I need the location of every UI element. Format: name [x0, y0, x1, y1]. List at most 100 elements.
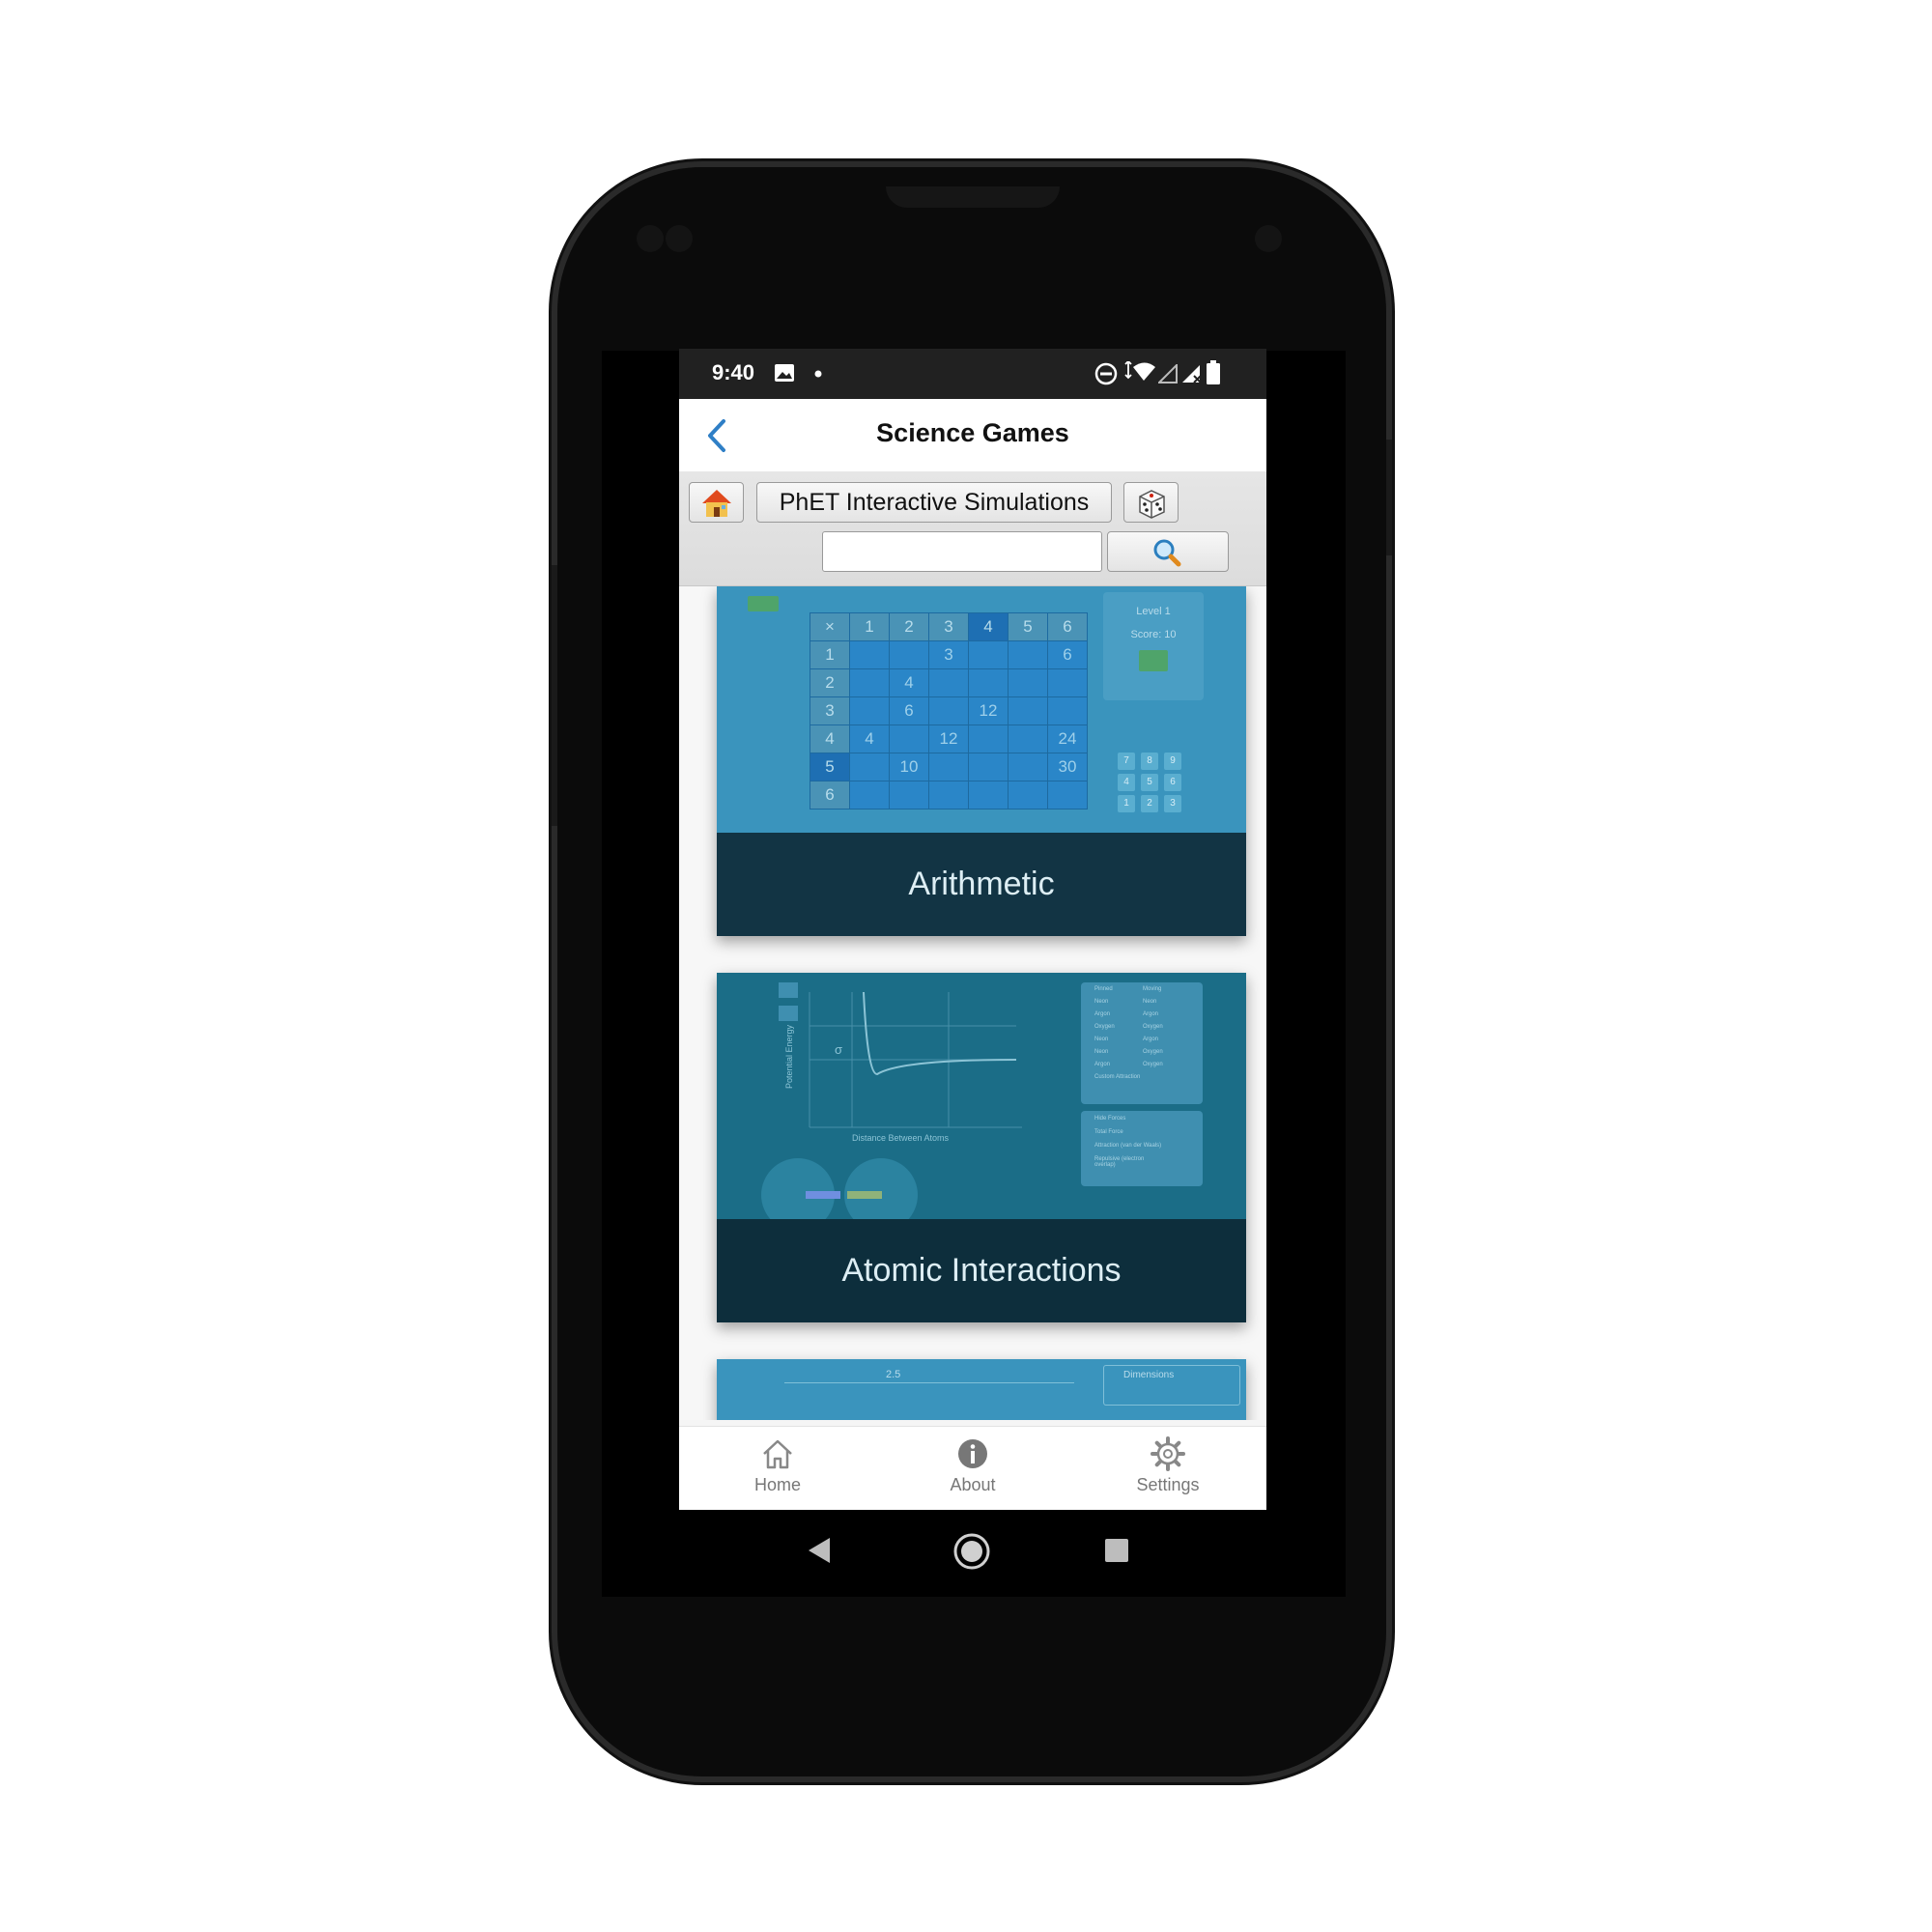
info-icon: [958, 1439, 987, 1468]
keypad-key: 1: [1118, 795, 1135, 812]
atom-option: Argon: [1143, 1037, 1159, 1042]
number-keypad: 7 8 9 4 5 6 1 2 3: [1115, 751, 1202, 814]
graph-y-label: Potential Energy: [784, 1024, 794, 1089]
nav-settings-label: Settings: [1136, 1475, 1200, 1494]
system-back-icon[interactable]: [807, 1537, 832, 1564]
game-card-arithmetic[interactable]: × 1 2 3 4 5 6 1 3 6 2 4 3 6 12 4 4 12 24 5 10 30 6 Leve…: [717, 586, 1246, 936]
table-row: 6: [810, 781, 1088, 810]
web-toolbar: PhET Interactive Simulations: [679, 471, 1266, 586]
dimensions-panel: Dimensions: [1103, 1365, 1240, 1406]
atom-option: Custom Attraction: [1094, 1074, 1141, 1080]
table-cell: [849, 753, 890, 781]
front-camera: [1255, 225, 1282, 252]
table-cell: 30: [1047, 753, 1088, 781]
table-cell: [968, 668, 1009, 697]
table-cell: 4: [849, 724, 890, 753]
force-option: Repulsive (electron overlap): [1094, 1156, 1145, 1168]
home-button[interactable]: [689, 482, 744, 523]
signal-empty-icon: [1158, 364, 1178, 384]
front-sensor: [637, 225, 664, 252]
system-home-icon[interactable]: [952, 1532, 991, 1571]
do-not-disturb-icon: [1094, 362, 1118, 385]
force-option: Attraction (van der Waals): [1094, 1143, 1162, 1149]
keypad-key: 8: [1141, 753, 1158, 770]
app-bar: Science Games: [679, 399, 1266, 472]
device-screen: 9:40 Science Games PhET Interactive Simu…: [679, 349, 1266, 1510]
wifi-icon: [1124, 361, 1155, 381]
nav-about-label: About: [950, 1475, 996, 1494]
page-title: Science Games: [876, 418, 1069, 447]
card-title: Arithmetic: [717, 833, 1246, 936]
table-cell: [968, 724, 1009, 753]
table-cell: 10: [889, 753, 929, 781]
table-row: 3 6 12: [810, 696, 1088, 725]
table-cell: ×: [810, 612, 850, 641]
table-cell: [849, 668, 890, 697]
atom-option: Pinned: [1094, 986, 1113, 992]
level-text: Level 1: [1136, 606, 1171, 617]
table-cell: [849, 696, 890, 725]
game-card-atomic-interactions[interactable]: Potential Energy Distance Between Atoms …: [717, 973, 1246, 1322]
table-cell: [1008, 696, 1048, 725]
nav-about[interactable]: About: [915, 1436, 1031, 1495]
power-button: [1386, 440, 1392, 555]
atom-option: Neon: [1094, 999, 1109, 1005]
signal-icon: [1182, 365, 1202, 384]
table-cell: [1008, 753, 1048, 781]
front-sensor: [666, 225, 693, 252]
magnifier-icon: [1153, 539, 1181, 567]
force-panel: Hide Forces Total Force Attraction (van de…: [1081, 1111, 1203, 1186]
table-cell: [889, 724, 929, 753]
games-list[interactable]: × 1 2 3 4 5 6 1 3 6 2 4 3 6 12 4 4 12 24 5 10 30 6 Leve…: [679, 586, 1266, 1420]
nav-home[interactable]: Home: [720, 1436, 836, 1495]
table-row: 24: [810, 668, 1088, 697]
atom-option: Oxygen: [1143, 1062, 1163, 1067]
search-input[interactable]: [822, 531, 1102, 572]
score-panel: Level 1 Score: 10: [1103, 592, 1204, 700]
table-cell: 6: [889, 696, 929, 725]
gear-icon: [1151, 1436, 1185, 1471]
table-cell: [1047, 696, 1088, 725]
phet-source-button[interactable]: PhET Interactive Simulations: [756, 482, 1112, 523]
ruler-value: 2.5: [886, 1369, 901, 1380]
dice-icon: [1139, 490, 1165, 519]
keypad-key: 5: [1141, 774, 1158, 791]
nav-settings[interactable]: Settings: [1110, 1436, 1226, 1495]
table-cell: [928, 781, 969, 810]
keypad-key: 3: [1164, 795, 1181, 812]
table-cell: 3: [928, 640, 969, 669]
system-recents-icon[interactable]: [1104, 1538, 1129, 1563]
table-cell: [968, 781, 1009, 810]
atom-option: Oxygen: [1143, 1024, 1163, 1030]
sigma-label: σ: [835, 1042, 843, 1057]
table-cell: 6: [1047, 612, 1088, 641]
image-notification-icon: [775, 364, 794, 382]
system-navigation-bar: [679, 1510, 1266, 1587]
table-cell: 5: [1008, 612, 1048, 641]
bottom-navigation: Home About Settings: [679, 1426, 1266, 1510]
force-option: Total Force: [1094, 1129, 1123, 1135]
table-cell: 2: [889, 612, 929, 641]
home-icon: [763, 1439, 792, 1469]
atom-option: Argon: [1143, 1011, 1159, 1017]
table-cell: [1047, 781, 1088, 810]
atom-option: Argon: [1094, 1062, 1111, 1067]
score-text: Score: 10: [1130, 629, 1177, 640]
sim-back-button: [748, 596, 779, 611]
dimensions-label: Dimensions: [1123, 1370, 1175, 1380]
table-cell: 1: [810, 640, 850, 669]
status-time: 9:40: [712, 360, 755, 384]
table-cell: 6: [1047, 640, 1088, 669]
battery-icon: [1207, 360, 1220, 384]
random-game-button[interactable]: [1123, 482, 1179, 523]
table-cell: [1008, 668, 1048, 697]
game-card-partial[interactable]: 2.5 Dimensions: [717, 1359, 1246, 1420]
search-button[interactable]: [1107, 531, 1229, 572]
notification-dot-icon: [814, 370, 822, 378]
table-cell: [928, 696, 969, 725]
keypad-key: 6: [1164, 774, 1181, 791]
table-cell: [889, 781, 929, 810]
table-cell: 24: [1047, 724, 1088, 753]
table-cell: 1: [849, 612, 890, 641]
volume-button: [552, 565, 557, 826]
